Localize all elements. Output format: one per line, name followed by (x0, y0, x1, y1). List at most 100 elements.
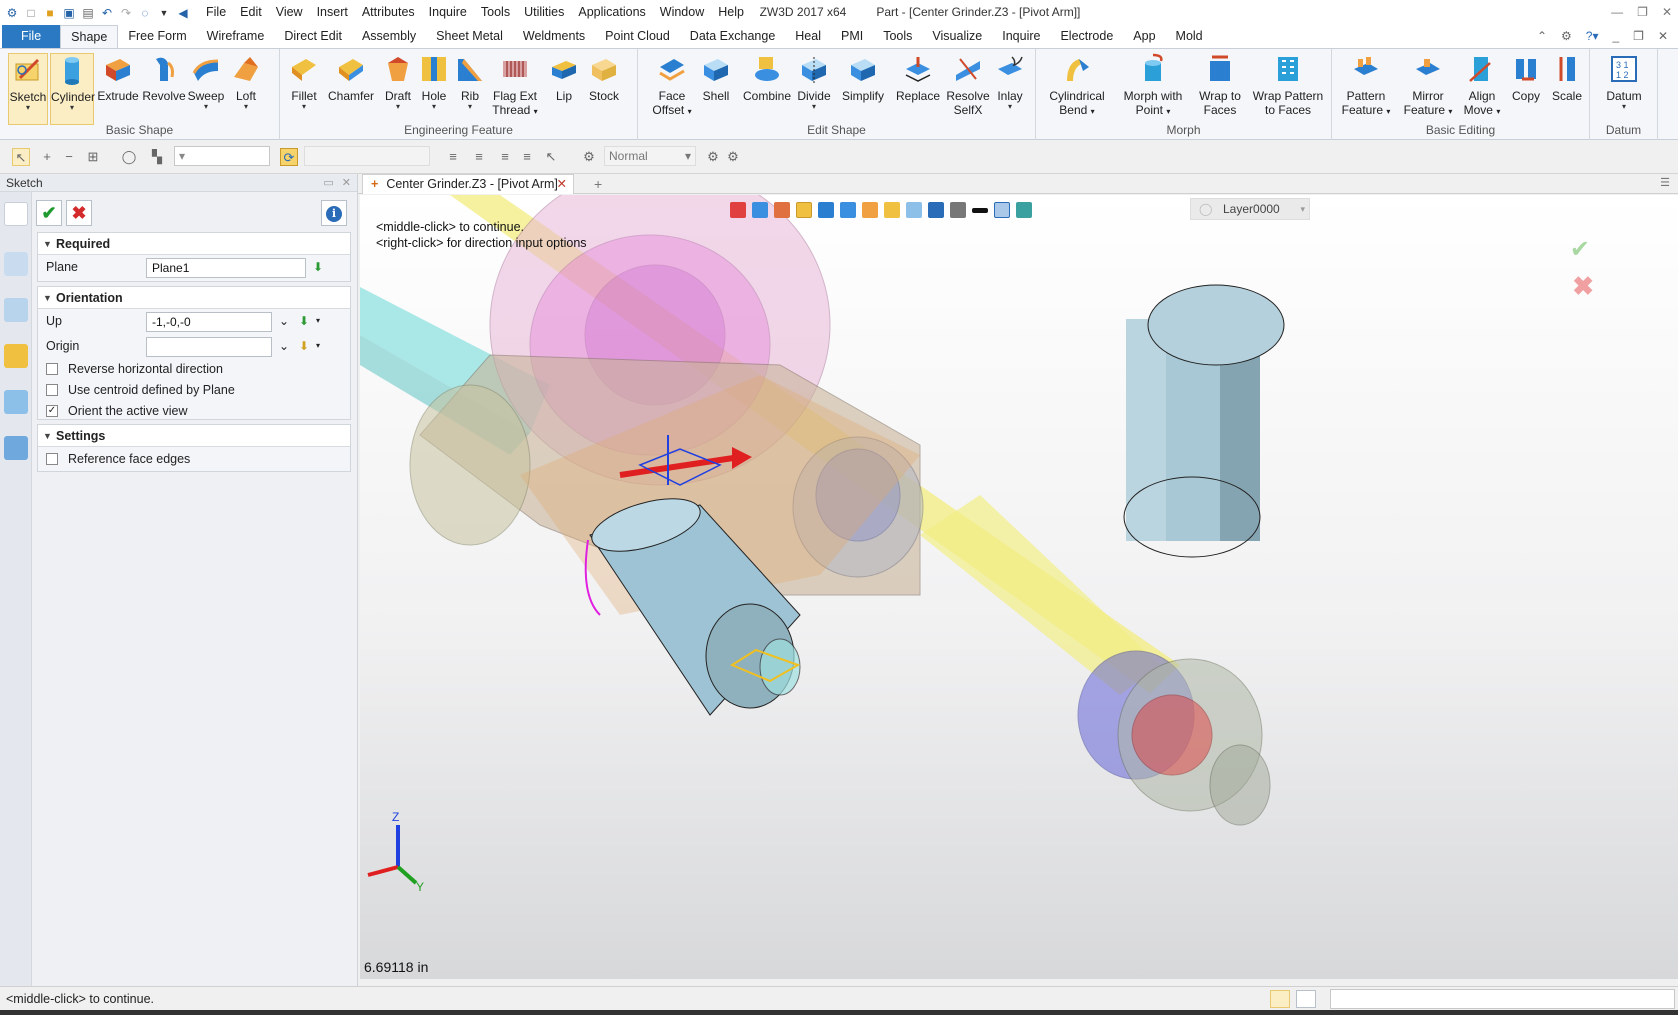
shell-button[interactable]: Shell (696, 53, 736, 103)
align-move-button[interactable]: Align Move ▾ (1460, 53, 1504, 125)
doc-close-icon[interactable]: ✕ (1658, 25, 1668, 48)
viewport-cancel-icon[interactable]: ✖ (1572, 271, 1594, 302)
cylindrical-bend-button[interactable]: Cylindrical Bend ▾ (1044, 53, 1110, 125)
chamfer-button[interactable]: Chamfer (326, 53, 376, 103)
view-orient-icon[interactable] (818, 202, 834, 218)
face-offset-button[interactable]: Face Offset ▾ (646, 53, 698, 125)
menu-tools[interactable]: Tools (474, 0, 517, 25)
pointer-icon[interactable]: ↖ (542, 148, 560, 166)
restore-icon[interactable]: ❐ (1637, 0, 1648, 25)
reverse-horizontal-option[interactable]: Reverse horizontal direction (38, 359, 350, 380)
display-mode-icon[interactable] (862, 202, 878, 218)
3d-viewport[interactable]: Z X Y <middle-click> to continue. <right… (360, 195, 1678, 979)
tab-electrode[interactable]: Electrode (1050, 25, 1123, 48)
new-tab-button[interactable]: + (594, 174, 602, 194)
sketch-tab-icon[interactable] (4, 202, 28, 226)
sweep-button[interactable]: Sweep ▾ (186, 53, 226, 125)
collapse-ribbon-icon[interactable]: ⌃ (1537, 25, 1547, 48)
layer-selector[interactable]: ◯ Layer0000 ▾ (1190, 198, 1310, 220)
menu-insert[interactable]: Insert (310, 0, 355, 25)
tab-shape[interactable]: Shape (60, 25, 119, 48)
resolve-selfx-button[interactable]: Resolve SelfX (944, 53, 992, 125)
pencil-icon[interactable] (774, 202, 790, 218)
scale-button[interactable]: Scale (1548, 53, 1586, 103)
lip-button[interactable]: Lip (546, 53, 582, 103)
revolve-button[interactable]: Revolve (142, 53, 186, 103)
add-pick-icon[interactable]: + (38, 148, 56, 166)
tab-mold[interactable]: Mold (1166, 25, 1213, 48)
snap-icon[interactable]: ≡ (470, 148, 488, 166)
close-icon[interactable]: ✕ (1662, 0, 1672, 25)
up-dropdown-icon[interactable]: ▾ (310, 311, 326, 331)
combine-button[interactable]: Combine (742, 53, 792, 103)
info-button[interactable]: i (321, 200, 347, 226)
zoom-box-icon[interactable] (906, 202, 922, 218)
status-layout-icon[interactable] (1270, 990, 1290, 1008)
flag-ext-thread-button[interactable]: Flag Ext Thread ▾ (492, 53, 538, 125)
menu-utilities[interactable]: Utilities (517, 0, 571, 25)
tab-free-form[interactable]: Free Form (118, 25, 196, 48)
plane-pick-icon[interactable]: ⬇ (310, 257, 326, 277)
viewport-ok-icon[interactable]: ✔ (1570, 235, 1590, 264)
reference-face-edges-checkbox[interactable] (46, 453, 58, 465)
doc-restore-icon[interactable]: ❐ (1633, 25, 1644, 48)
origin-field[interactable] (146, 337, 272, 357)
render-gear-icon[interactable]: ⚙ (580, 148, 598, 166)
light-icon[interactable] (884, 202, 900, 218)
filter-icon[interactable]: ▚ (148, 148, 166, 166)
pattern-feature-button[interactable]: Pattern Feature ▾ (1336, 53, 1396, 125)
wrap-pattern-to-faces-button[interactable]: Wrap Pattern to Faces (1250, 53, 1326, 117)
tab-file[interactable]: File (2, 25, 61, 48)
layer-manager-icon[interactable] (1016, 202, 1032, 218)
menu-attributes[interactable]: Attributes (355, 0, 422, 25)
help-icon[interactable]: ?▾ (1586, 25, 1599, 48)
pick-cursor-icon[interactable]: ↖ (12, 148, 30, 166)
hole-button[interactable]: Hole ▾ (414, 53, 454, 125)
fillet-button[interactable]: Fillet ▾ (284, 53, 324, 125)
filter-dropdown[interactable]: ▾ (174, 146, 270, 166)
history-tab-icon[interactable] (4, 252, 28, 276)
divide-button[interactable]: Divide ▾ (794, 53, 834, 125)
minimize-icon[interactable]: — (1611, 0, 1623, 25)
menu-view[interactable]: View (269, 0, 310, 25)
document-tab-close-icon[interactable]: ✕ (557, 175, 567, 193)
mirror-feature-button[interactable]: Mirror Feature ▾ (1398, 53, 1458, 125)
rotate-view-icon[interactable] (752, 202, 768, 218)
open-folder-icon[interactable]: ■ (42, 5, 58, 21)
ok-button[interactable]: ✔ (36, 200, 62, 226)
tab-assembly[interactable]: Assembly (352, 25, 426, 48)
remove-pick-icon[interactable]: − (60, 148, 78, 166)
part-tab-icon[interactable] (4, 344, 28, 368)
up-expand-icon[interactable]: ⌄ (276, 311, 292, 331)
menu-file[interactable]: File (199, 0, 233, 25)
mode-icon-a[interactable]: ⚙ (704, 148, 722, 166)
box-select-icon[interactable]: ⊞ (84, 148, 102, 166)
use-centroid-option[interactable]: Use centroid defined by Plane (38, 380, 350, 401)
pick-mode-dropdown[interactable] (304, 146, 430, 166)
tab-wireframe[interactable]: Wireframe (197, 25, 275, 48)
tab-point-cloud[interactable]: Point Cloud (595, 25, 680, 48)
morph-with-point-button[interactable]: Morph with Point ▾ (1118, 53, 1188, 125)
origin-dropdown-icon[interactable]: ▾ (310, 336, 326, 356)
filter-lock-icon[interactable]: ⟳ (280, 148, 298, 166)
simplify-button[interactable]: Simplify (838, 53, 888, 103)
stock-button[interactable]: Stock (584, 53, 624, 103)
tab-direct-edit[interactable]: Direct Edit (274, 25, 352, 48)
settings-gear-icon[interactable]: ⚙ (1561, 25, 1572, 48)
panel-pin-icon[interactable]: ▭ (323, 174, 333, 192)
save-icon[interactable]: ▣ (61, 5, 77, 21)
settings-header[interactable]: Settings (38, 425, 350, 447)
command-input[interactable] (1330, 989, 1675, 1009)
cancel-button[interactable]: ✖ (66, 200, 92, 226)
tab-heal[interactable]: Heal (785, 25, 831, 48)
menu-edit[interactable]: Edit (233, 0, 269, 25)
orient-view-option[interactable]: ✓ Orient the active view (38, 401, 350, 422)
back-arrow-icon[interactable]: ◀ (175, 5, 191, 21)
status-list-icon[interactable] (1296, 990, 1316, 1008)
tab-app[interactable]: App (1123, 25, 1165, 48)
assembly-tab-icon[interactable] (4, 298, 28, 322)
doc-minimize-icon[interactable]: _ (1612, 25, 1619, 48)
fit-view-icon[interactable] (730, 202, 746, 218)
datum-button[interactable]: 3 11 2 Datum ▾ (1598, 53, 1650, 125)
loft-button[interactable]: Loft ▾ (226, 53, 266, 125)
